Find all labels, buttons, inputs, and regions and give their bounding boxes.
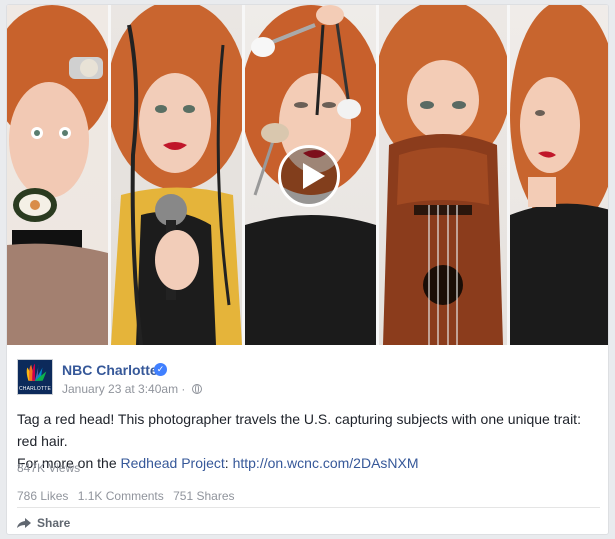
redhead-project-link[interactable]: Redhead Project xyxy=(121,455,225,471)
globe-icon[interactable] xyxy=(191,384,202,394)
comments-count[interactable]: 1.1K Comments xyxy=(78,489,164,503)
video-frame-panel-4 xyxy=(379,5,507,345)
video-player[interactable] xyxy=(7,5,608,345)
post-timestamp[interactable]: January 23 at 3:40am xyxy=(62,382,178,396)
video-frame-panel-1 xyxy=(7,5,108,345)
view-count: 847K Views xyxy=(17,461,81,475)
likes-count[interactable]: 786 Likes xyxy=(17,489,68,503)
share-button[interactable]: Share xyxy=(17,516,70,530)
video-frame-panel-2 xyxy=(111,5,242,345)
post-header: CHARLOTTE NBC Charlotte ✓ January 23 at … xyxy=(17,359,597,403)
shares-count[interactable]: 751 Shares xyxy=(173,489,234,503)
divider xyxy=(17,507,600,508)
video-frame-panel-5 xyxy=(510,5,608,345)
avatar-label: CHARLOTTE xyxy=(18,386,52,392)
post-text-line-2: For more on the Redhead Project: http://… xyxy=(17,452,602,474)
share-label: Share xyxy=(37,516,71,530)
share-arrow-icon xyxy=(17,518,31,528)
post-body: Tag a red head! This photographer travel… xyxy=(17,408,602,474)
meta-separator: · xyxy=(178,382,189,396)
post-text-mid: : xyxy=(224,455,233,471)
verified-check-icon: ✓ xyxy=(154,363,167,376)
wcnc-url-link[interactable]: http://on.wcnc.com/2DAsNXM xyxy=(233,455,419,471)
engagement-stats: 786 Likes 1.1K Comments 751 Shares xyxy=(17,489,241,503)
play-icon[interactable] xyxy=(278,145,340,207)
post-text-line-1: Tag a red head! This photographer travel… xyxy=(17,411,581,449)
post-card: CHARLOTTE NBC Charlotte ✓ January 23 at … xyxy=(6,4,609,535)
page-avatar[interactable]: CHARLOTTE xyxy=(17,359,53,395)
post-meta: January 23 at 3:40am · xyxy=(62,382,202,396)
page-name-link[interactable]: NBC Charlotte xyxy=(62,362,158,378)
